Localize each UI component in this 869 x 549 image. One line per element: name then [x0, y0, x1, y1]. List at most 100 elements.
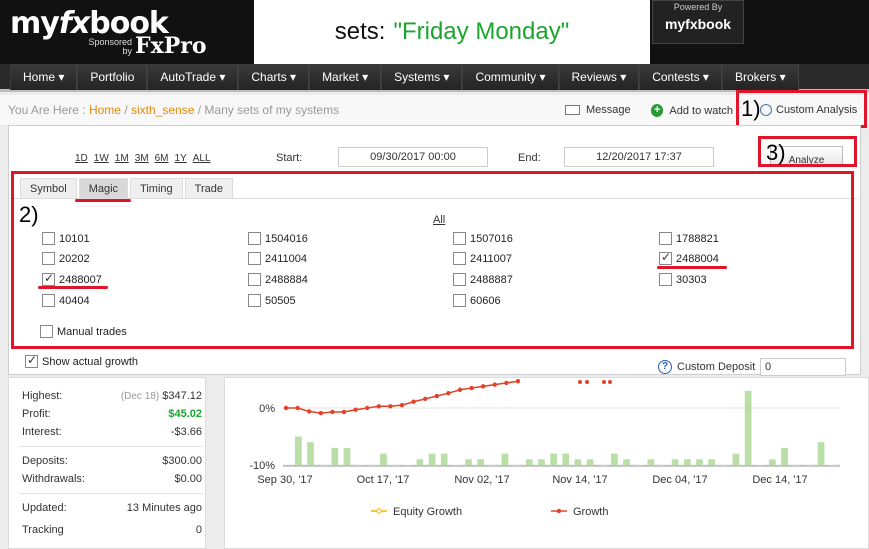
nav-home[interactable]: Home ▾ — [10, 64, 78, 90]
powered-by-logo: myfxbook — [664, 16, 732, 32]
magic-label: 60606 — [470, 294, 501, 307]
custom-deposit-input[interactable]: 0 — [760, 358, 846, 376]
growth-point — [578, 380, 582, 384]
y-tick-label: 0% — [259, 403, 275, 415]
daily-bar — [671, 459, 679, 465]
magic-label: 2488007 — [59, 273, 102, 286]
show-actual-growth-checkbox[interactable]: Show actual growth — [25, 353, 138, 368]
growth-point — [376, 404, 381, 409]
growth-point — [504, 380, 509, 386]
daily-bar — [744, 390, 752, 465]
breadcrumb-user-link[interactable]: sixth_sense — [131, 103, 194, 117]
checkbox-box[interactable] — [248, 232, 261, 245]
magic-label: 2488887 — [470, 273, 513, 286]
magic-checkbox[interactable]: 2488007 — [42, 271, 102, 286]
daily-bar — [817, 442, 825, 465]
magic-checkbox[interactable]: 10101 — [42, 232, 90, 245]
daily-bar — [367, 465, 375, 466]
stat-label: Tracking — [22, 524, 64, 536]
envelope-icon — [565, 105, 580, 115]
nav-charts[interactable]: Charts ▾ — [238, 64, 310, 90]
nav-brokers[interactable]: Brokers ▾ — [721, 64, 799, 90]
select-all-link[interactable]: All — [433, 214, 445, 226]
stat-value: $300.00 — [162, 455, 202, 467]
magic-checkbox[interactable]: 40404 — [42, 294, 90, 307]
stat-label: Updated: — [22, 502, 67, 514]
magic-checkbox[interactable]: 2488884 — [248, 273, 308, 286]
daily-bar — [465, 459, 472, 465]
magic-checkbox[interactable]: 2488004 — [659, 250, 719, 265]
daily-bar — [538, 459, 545, 465]
magic-label: 2488004 — [676, 252, 719, 265]
legend-marker-equity — [376, 508, 382, 514]
daily-bar — [550, 453, 557, 465]
stat-label: Highest: — [22, 390, 63, 402]
range-3m[interactable]: 3M — [135, 153, 149, 164]
nav-reviews[interactable]: Reviews ▾ — [558, 64, 640, 90]
daily-bar — [683, 459, 691, 465]
start-date-input[interactable]: 09/30/2017 00:00 — [338, 147, 488, 167]
manual-trades-checkbox[interactable]: Manual trades — [40, 325, 127, 338]
powered-by-label: Powered By — [673, 2, 723, 12]
range-1m[interactable]: 1M — [115, 153, 129, 164]
range-1d[interactable]: 1D — [75, 153, 88, 164]
checkbox-box[interactable] — [453, 273, 466, 286]
magic-checkbox[interactable]: 2411004 — [248, 252, 307, 265]
powered-by-badge[interactable]: Powered By myfxbook — [652, 0, 744, 44]
end-label: End: — [518, 152, 541, 164]
start-label: Start: — [276, 152, 303, 164]
checkbox-box[interactable] — [42, 232, 55, 245]
magic-checkbox[interactable]: 2411007 — [453, 252, 512, 265]
checkbox-box[interactable] — [659, 273, 672, 286]
end-date-input[interactable]: 12/20/2017 17:37 — [564, 147, 714, 167]
magic-checkbox[interactable]: 1507016 — [453, 232, 513, 245]
daily-bar — [829, 465, 837, 466]
growth-chart: 0% -10% Sep 30, '17 Oct 17, '17 Nov 02, '17 N… — [249, 379, 840, 518]
checkbox-box-checked[interactable] — [25, 353, 38, 368]
magic-label: 1788821 — [676, 232, 719, 245]
checkbox-box[interactable] — [40, 325, 53, 338]
fxpro-logo[interactable]: FxPro — [135, 33, 207, 59]
nav-market[interactable]: Market ▾ — [309, 64, 382, 90]
checkbox-box[interactable] — [453, 232, 466, 245]
checkbox-box[interactable] — [659, 232, 672, 245]
nav-portfolio[interactable]: Portfolio — [77, 64, 148, 90]
checkbox-box[interactable] — [453, 252, 466, 265]
magic-checkbox[interactable]: 30303 — [659, 273, 707, 286]
magic-checkbox[interactable]: 20202 — [42, 252, 90, 265]
add-to-watch-action[interactable]: + Add to watch — [651, 104, 733, 117]
nav-systems[interactable]: Systems ▾ — [381, 64, 463, 90]
magic-checkbox[interactable]: 60606 — [453, 294, 501, 307]
message-action[interactable]: Message — [565, 104, 631, 116]
sponsored-by-label: Sponsored by — [88, 37, 132, 56]
magic-label: 2411007 — [470, 252, 513, 265]
y-tick-label: -10% — [249, 460, 275, 472]
nav-autotrade[interactable]: AutoTrade ▾ — [147, 64, 239, 90]
magic-checkbox[interactable]: 1504016 — [248, 232, 308, 245]
range-1w[interactable]: 1W — [94, 153, 109, 164]
checkbox-box[interactable] — [248, 252, 261, 265]
checkbox-box-checked[interactable] — [42, 271, 55, 286]
checkbox-box[interactable] — [42, 294, 55, 307]
nav-contests[interactable]: Contests ▾ — [639, 64, 722, 90]
range-6m[interactable]: 6M — [155, 153, 169, 164]
daily-bar — [708, 459, 715, 465]
daily-bar — [319, 465, 326, 466]
magic-label: 30303 — [676, 273, 707, 286]
magic-checkbox[interactable]: 50505 — [248, 294, 296, 307]
checkbox-box-checked[interactable] — [659, 250, 672, 265]
help-icon[interactable]: ? — [658, 360, 672, 374]
range-1y[interactable]: 1Y — [175, 153, 187, 164]
checkbox-box[interactable] — [248, 294, 261, 307]
range-all[interactable]: ALL — [193, 153, 211, 164]
growth-point — [295, 405, 300, 411]
magic-checkbox[interactable]: 1788821 — [659, 232, 719, 245]
magic-checkbox[interactable]: 2488887 — [453, 273, 513, 286]
checkbox-box[interactable] — [42, 252, 55, 265]
breadcrumb-home-link[interactable]: Home — [89, 103, 121, 117]
checkbox-box[interactable] — [248, 273, 261, 286]
daily-bar — [659, 465, 667, 466]
daily-bar — [598, 465, 606, 466]
nav-community[interactable]: Community ▾ — [462, 64, 559, 90]
checkbox-box[interactable] — [453, 294, 466, 307]
